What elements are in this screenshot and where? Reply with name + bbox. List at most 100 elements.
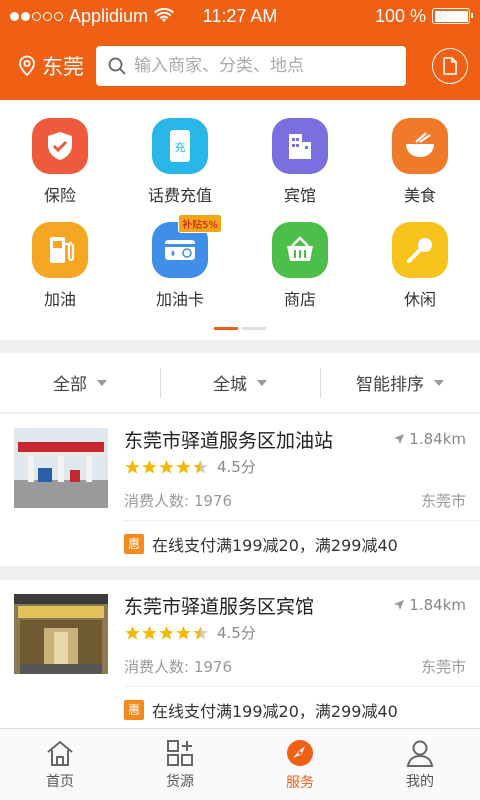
tab-supply[interactable]: 货源	[120, 729, 240, 800]
home-icon	[47, 740, 73, 766]
page-indicator	[0, 327, 480, 330]
star-icon	[142, 625, 157, 640]
tab-label: 货源	[166, 773, 194, 790]
fuel-card-icon: 补贴5%	[152, 214, 222, 278]
distance-text: 1.84km	[409, 430, 466, 448]
consumer-count: 消费人数: 1976	[124, 492, 232, 510]
status-bar: Applidium 11:27 AM 100 %	[0, 0, 480, 32]
shield-check-icon	[32, 118, 88, 174]
svg-text:充: 充	[175, 140, 186, 154]
battery-icon	[432, 8, 473, 24]
category-fuel-card[interactable]: 补贴5% 加油卡	[120, 214, 240, 334]
promo-row[interactable]: 惠 在线支付满199减20，满299减40	[124, 520, 480, 566]
consumer-count: 消费人数: 1976	[124, 658, 232, 676]
compass-icon	[287, 739, 313, 766]
category-label: 宾馆	[283, 186, 316, 205]
navigation-arrow-icon	[394, 600, 405, 610]
filter-all[interactable]: 全部	[0, 370, 160, 395]
hotel-photo	[14, 594, 108, 674]
category-phone-recharge[interactable]: 充 话费充值	[120, 118, 240, 222]
category-label: 保险	[43, 186, 76, 205]
promo-text: 在线支付满199减20，满299减40	[152, 535, 398, 555]
listing-card[interactable]: 东莞市驿道服务区加油站 1.84km 4.5分 消费人数: 1976 东莞市 惠…	[0, 414, 480, 566]
filter-label: 全城	[213, 375, 247, 395]
tab-label: 我的	[406, 773, 434, 790]
filter-label: 智能排序	[356, 375, 424, 395]
distance-text: 1.84km	[409, 596, 466, 614]
star-icon	[176, 625, 191, 640]
category-leisure[interactable]: 休闲	[360, 222, 480, 334]
document-icon	[443, 57, 457, 75]
city-name: 东莞	[42, 55, 84, 79]
category-label: 休闲	[403, 290, 436, 309]
filter-citywide[interactable]: 全城	[160, 368, 320, 398]
tab-home[interactable]: 首页	[0, 729, 120, 800]
search-input[interactable]	[134, 56, 374, 76]
hotel-building-icon	[272, 118, 328, 174]
category-label: 加油卡	[155, 290, 204, 309]
category-refuel[interactable]: 加油	[0, 222, 120, 334]
listing-name: 东莞市驿道服务区加油站	[124, 430, 334, 452]
tab-label: 首页	[46, 773, 74, 790]
discount-badge: 惠	[124, 533, 144, 554]
page-dot-active	[214, 327, 238, 330]
phone-recharge-icon: 充	[152, 118, 208, 174]
star-rating	[124, 459, 209, 475]
page-dot	[242, 327, 266, 330]
category-label: 商店	[283, 290, 316, 309]
star-icon	[125, 459, 140, 474]
subsidy-badge: 补贴5%	[178, 214, 222, 233]
category-food[interactable]: 美食	[360, 118, 480, 222]
listing-distance: 1.84km	[393, 596, 466, 614]
fuel-pump-icon	[32, 222, 88, 278]
rating-text: 4.5分	[217, 458, 256, 476]
promo-text: 在线支付满199减20，满299减40	[152, 701, 398, 721]
listing-rating: 4.5分	[124, 456, 256, 477]
star-icon	[142, 459, 157, 474]
wifi-icon	[154, 8, 174, 22]
listing-area: 东莞市	[420, 658, 466, 676]
bottom-tab-bar: 首页 货源 服务 我的	[0, 728, 480, 800]
carrier-name: Applidium	[69, 5, 149, 26]
search-icon	[108, 57, 126, 75]
location-pin-icon	[19, 55, 35, 77]
star-icon	[176, 459, 191, 474]
listing-area: 东莞市	[420, 492, 466, 510]
caret-down-icon	[97, 379, 107, 386]
category-label: 美食	[403, 186, 436, 205]
listing-rating: 4.5分	[124, 622, 256, 643]
category-hotel[interactable]: 宾馆	[240, 118, 360, 222]
tab-label: 服务	[286, 774, 314, 791]
tab-services[interactable]: 服务	[240, 729, 360, 800]
signal-strength-icon	[10, 11, 63, 21]
listing-distance: 1.84km	[393, 430, 466, 448]
city-selector[interactable]: 东莞	[18, 51, 96, 81]
discount-badge: 惠	[124, 699, 144, 720]
search-box[interactable]	[96, 46, 406, 86]
caret-down-icon	[257, 379, 267, 386]
document-button[interactable]	[432, 48, 468, 84]
filter-label: 全部	[53, 375, 87, 395]
star-icon	[193, 459, 208, 474]
category-insurance[interactable]: 保险	[0, 118, 120, 222]
star-icon	[193, 625, 208, 640]
microphone-icon	[392, 222, 448, 278]
rating-text: 4.5分	[217, 624, 256, 642]
caret-down-icon	[434, 379, 444, 386]
tab-profile[interactable]: 我的	[360, 729, 480, 800]
category-label: 话费充值	[147, 186, 212, 205]
listing-name: 东莞市驿道服务区宾馆	[124, 596, 315, 618]
food-bowl-icon	[392, 118, 448, 174]
shop-basket-icon	[272, 222, 328, 278]
user-icon	[406, 740, 434, 767]
star-rating	[124, 625, 209, 641]
grid-plus-icon	[167, 739, 193, 766]
filter-sort[interactable]: 智能排序	[320, 368, 480, 398]
battery-percent: 100 %	[374, 5, 426, 26]
listing-card[interactable]: 东莞市驿道服务区宾馆 1.84km 4.5分 消费人数: 1976 东莞市 惠 …	[0, 580, 480, 732]
category-shop[interactable]: 商店	[240, 222, 360, 334]
filter-bar: 全部 全城 智能排序	[0, 353, 480, 413]
star-icon	[159, 459, 174, 474]
gas-station-photo	[14, 428, 108, 508]
promo-row[interactable]: 惠 在线支付满199减20，满299减40	[124, 686, 480, 732]
